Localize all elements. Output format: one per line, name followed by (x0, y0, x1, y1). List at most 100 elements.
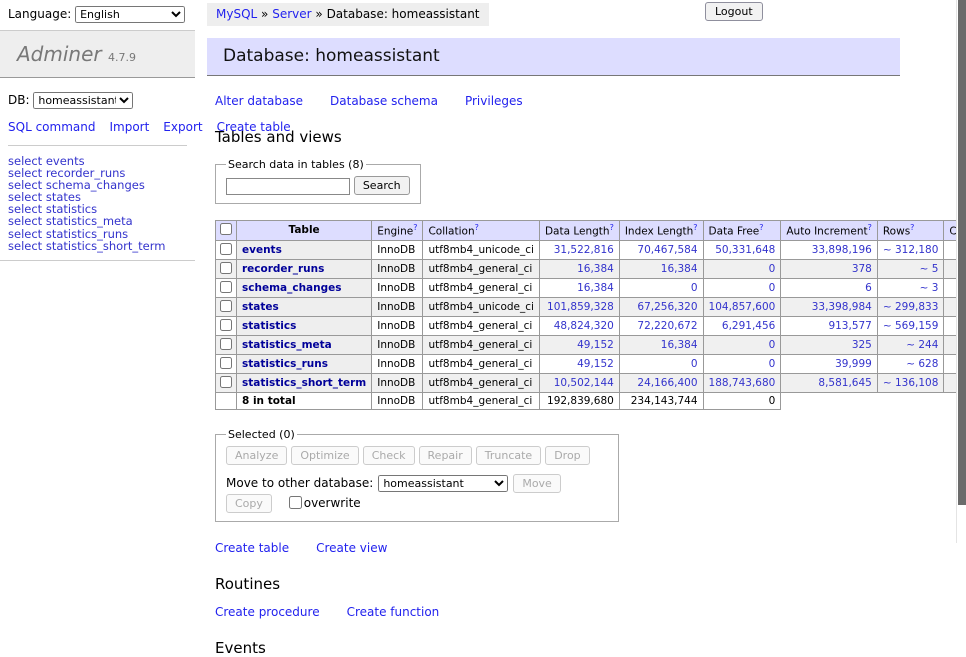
help-link-auto-increment[interactable]: ? (868, 223, 872, 232)
language-select[interactable]: English (75, 6, 185, 23)
auto-increment-link[interactable]: 39,999 (835, 358, 872, 370)
index-length-link[interactable]: 16,384 (661, 339, 698, 351)
data-free-cell: 0 (703, 259, 781, 278)
vertical-scrollbar[interactable] (956, 0, 966, 543)
index-length-link[interactable]: 72,220,672 (637, 320, 697, 332)
row-checkbox[interactable] (220, 338, 232, 350)
rows-count-link[interactable]: ~ 136,108 (883, 377, 939, 389)
index-length-link[interactable]: 0 (691, 282, 698, 294)
sidebar-action-import[interactable]: Import (109, 120, 149, 134)
sidebar-action-sql-command[interactable]: SQL command (8, 120, 95, 134)
auto-increment-link[interactable]: 6 (865, 282, 872, 294)
breadcrumb-mysql-link[interactable]: MySQL (216, 7, 257, 21)
select-all-checkbox[interactable] (220, 223, 232, 235)
row-checkbox[interactable] (220, 262, 232, 274)
auto-increment-link[interactable]: 913,577 (828, 320, 871, 332)
index-length-cell: 70,467,584 (619, 240, 703, 259)
data-length-link[interactable]: 16,384 (577, 282, 614, 294)
db-select[interactable]: homeassistant (33, 92, 133, 109)
overwrite-checkbox[interactable] (289, 496, 302, 509)
data-free-link[interactable]: 104,857,600 (709, 301, 776, 313)
data-free-link[interactable]: 6,291,456 (722, 320, 775, 332)
data-free-link[interactable]: 50,331,648 (715, 244, 775, 256)
table-link-statistics-meta[interactable]: statistics_meta (242, 339, 332, 351)
rows-count-link[interactable]: ~ 312,180 (883, 244, 939, 256)
rows-count-link[interactable]: ~ 299,833 (883, 301, 939, 313)
data-length-link[interactable]: 16,384 (577, 263, 614, 275)
table-link-states[interactable]: states (242, 301, 279, 313)
data-length-link[interactable]: 49,152 (577, 339, 614, 351)
data-length-link[interactable]: 49,152 (577, 358, 614, 370)
search-button[interactable]: Search (354, 176, 410, 195)
auto-increment-link[interactable]: 325 (852, 339, 872, 351)
link-create-procedure[interactable]: Create procedure (215, 605, 320, 619)
help-link-engine[interactable]: ? (413, 223, 417, 232)
move-button[interactable]: Move (513, 474, 561, 493)
help-link-rows[interactable]: ? (910, 223, 914, 232)
row-checkbox[interactable] (220, 319, 232, 331)
index-length-link[interactable]: 67,256,320 (637, 301, 697, 313)
overwrite-option[interactable]: overwrite (285, 496, 361, 510)
table-link-statistics[interactable]: statistics (242, 320, 296, 332)
sidebar-action-export[interactable]: Export (163, 120, 202, 134)
data-length-link[interactable]: 31,522,816 (554, 244, 614, 256)
data-free-link[interactable]: 0 (769, 358, 776, 370)
data-free-link[interactable]: 0 (769, 263, 776, 275)
move-db-select[interactable]: homeassistant (378, 475, 508, 492)
auto-increment-link[interactable]: 8,581,645 (818, 377, 871, 389)
rows-count-cell: ~ 244 (877, 335, 944, 354)
rows-count-link[interactable]: ~ 569,159 (883, 320, 939, 332)
index-length-link[interactable]: 24,166,400 (637, 377, 697, 389)
rows-count-link[interactable]: ~ 628 (906, 358, 938, 370)
link-privileges[interactable]: Privileges (465, 94, 523, 108)
auto-increment-cell: 39,999 (781, 354, 878, 373)
table-link-schema-changes[interactable]: schema_changes (242, 282, 342, 294)
copy-button[interactable]: Copy (226, 494, 272, 513)
table-link-events[interactable]: events (242, 244, 282, 256)
table-total-row: 8 in totalInnoDButf8mb4_general_ci192,83… (216, 392, 966, 409)
rows-count-link[interactable]: ~ 5 (920, 263, 939, 275)
table-link-statistics-runs[interactable]: statistics_runs (242, 358, 328, 370)
auto-increment-link[interactable]: 33,398,984 (812, 301, 872, 313)
row-checkbox[interactable] (220, 281, 232, 293)
analyze-button[interactable]: Analyze (226, 446, 287, 465)
data-free-link[interactable]: 0 (769, 282, 776, 294)
data-free-link[interactable]: 0 (769, 339, 776, 351)
data-length-link[interactable]: 10,502,144 (554, 377, 614, 389)
link-alter-database[interactable]: Alter database (215, 94, 303, 108)
logout-button[interactable]: Logout (705, 2, 763, 21)
help-link-data-length[interactable]: ? (610, 223, 614, 232)
breadcrumb-server-link[interactable]: Server (272, 7, 311, 21)
truncate-button[interactable]: Truncate (476, 446, 541, 465)
row-checkbox[interactable] (220, 376, 232, 388)
repair-button[interactable]: Repair (419, 446, 472, 465)
index-length-link[interactable]: 70,467,584 (637, 244, 697, 256)
auto-increment-link[interactable]: 378 (852, 263, 872, 275)
topbar: MySQL » Server » Database: homeassistant (207, 0, 900, 28)
index-length-link[interactable]: 16,384 (661, 263, 698, 275)
table-link-recorder-runs[interactable]: recorder_runs (242, 263, 324, 275)
table-link-statistics-short-term[interactable]: statistics_short_term (242, 377, 366, 389)
auto-increment-link[interactable]: 33,898,196 (812, 244, 872, 256)
optimize-button[interactable]: Optimize (291, 446, 358, 465)
check-button[interactable]: Check (363, 446, 415, 465)
data-length-link[interactable]: 101,859,328 (547, 301, 614, 313)
link-database-schema[interactable]: Database schema (330, 94, 438, 108)
row-checkbox[interactable] (220, 243, 232, 255)
help-link-collation[interactable]: ? (475, 223, 479, 232)
index-length-link[interactable]: 0 (691, 358, 698, 370)
rows-count-link[interactable]: ~ 244 (906, 339, 938, 351)
sidebar-link-select-statistics-short-term[interactable]: select statistics_short_term (8, 239, 165, 253)
row-checkbox[interactable] (220, 357, 232, 369)
search-input[interactable] (226, 178, 350, 195)
data-length-link[interactable]: 48,824,320 (554, 320, 614, 332)
data-free-link[interactable]: 188,743,680 (709, 377, 776, 389)
link-create-function[interactable]: Create function (347, 605, 440, 619)
row-checkbox[interactable] (220, 300, 232, 312)
drop-button[interactable]: Drop (545, 446, 589, 465)
help-link-index-length[interactable]: ? (693, 223, 697, 232)
rows-count-link[interactable]: ~ 3 (920, 282, 939, 294)
sidebar-action-create-table[interactable]: Create table (217, 120, 291, 134)
scrollbar-thumb[interactable] (958, 0, 966, 505)
help-link-data-free[interactable]: ? (759, 223, 763, 232)
